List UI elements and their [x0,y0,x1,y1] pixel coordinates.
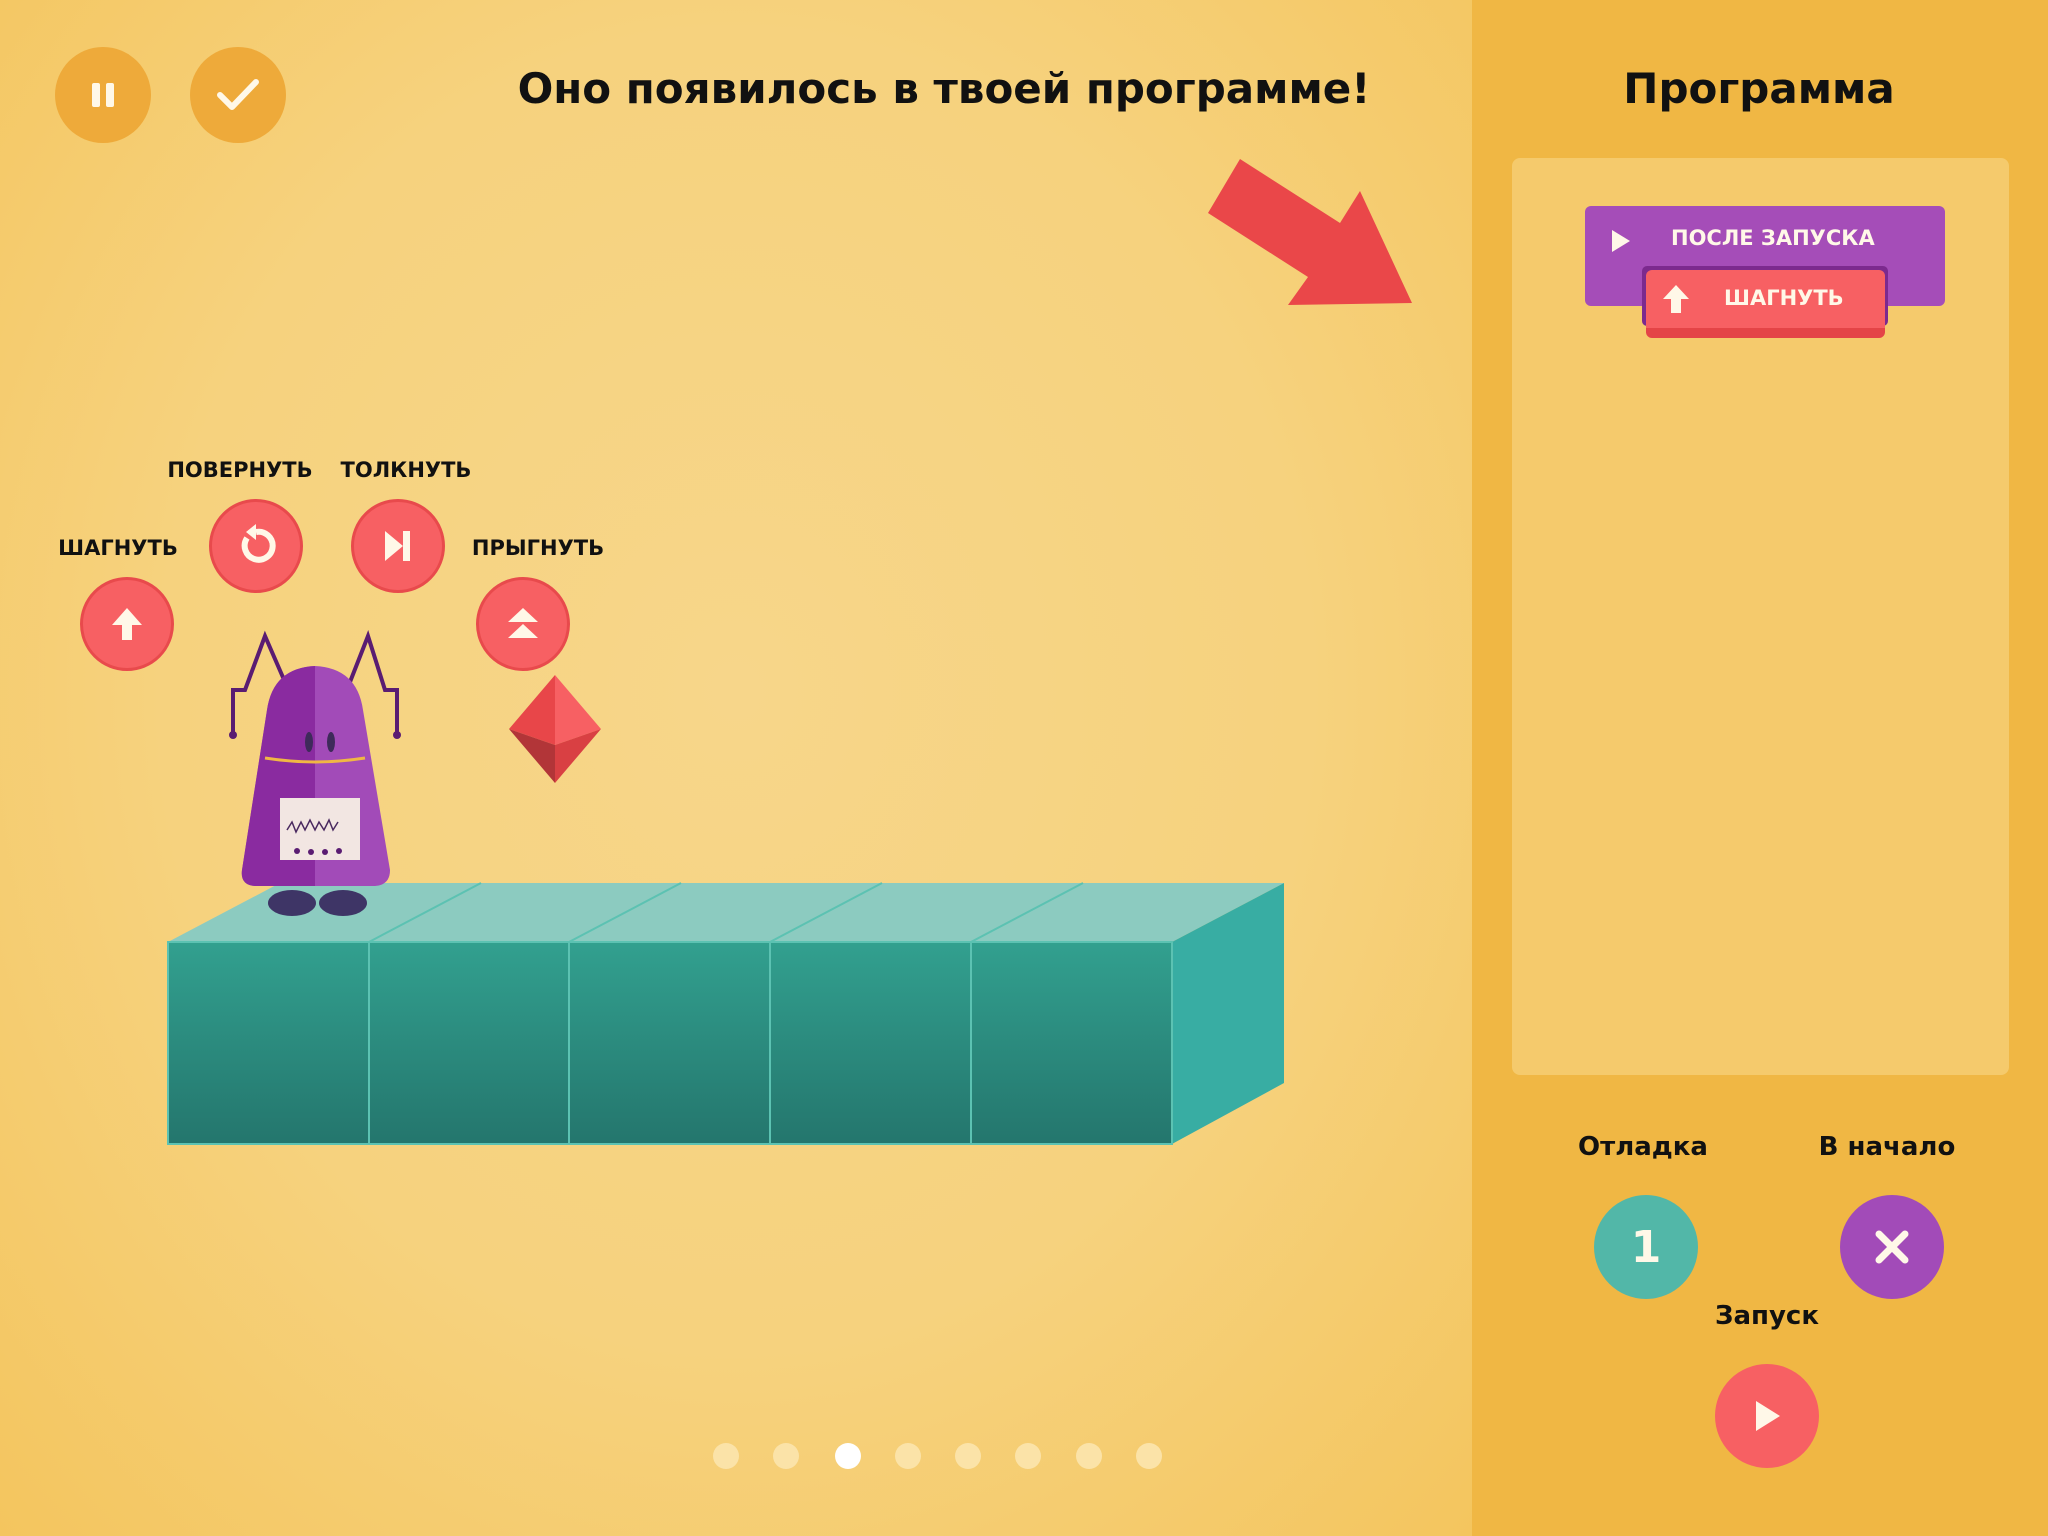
robot-character [229,630,401,916]
page-dot[interactable] [773,1443,799,1469]
pause-icon [92,83,114,107]
gem-icon [509,675,601,783]
page-dot[interactable] [1076,1443,1102,1469]
action-label-jump: ПРЫГНУТЬ [471,536,605,560]
push-button[interactable] [351,499,445,593]
action-label-turn: ПОВЕРНУТЬ [167,458,313,482]
reset-button[interactable] [1840,1195,1944,1299]
debug-step-value: 1 [1630,1221,1662,1273]
play-icon [1612,230,1630,252]
program-block-step[interactable]: ШАГНУТЬ [1646,270,1885,338]
arrow-up-icon [112,608,142,640]
start-block-label: ПОСЛЕ ЗАПУСКА [1671,226,1875,250]
page-dot-active[interactable] [835,1443,861,1469]
turn-button[interactable] [209,499,303,593]
skip-forward-icon [385,531,410,561]
page-dot[interactable] [1015,1443,1041,1469]
page-dot[interactable] [955,1443,981,1469]
program-block-label: ШАГНУТЬ [1724,286,1844,310]
close-icon [1875,1230,1909,1264]
debug-label: Отладка [1578,1132,1708,1162]
page-dot[interactable] [895,1443,921,1469]
step-button[interactable] [80,577,174,671]
arrow-up-icon [1663,285,1689,313]
rotate-icon [241,524,276,563]
program-title: Программа [1623,64,1895,113]
double-chevron-up-icon [508,608,538,638]
page-dot[interactable] [1136,1443,1162,1469]
check-button[interactable] [190,47,286,143]
play-icon [1756,1401,1780,1431]
debug-button[interactable]: 1 [1594,1195,1698,1299]
pointer-arrow-icon [1208,159,1412,305]
run-label: Запуск [1715,1301,1819,1331]
check-icon [217,79,259,110]
page-dot[interactable] [713,1443,739,1469]
jump-button[interactable] [476,577,570,671]
action-label-push: ТОЛКНУТЬ [340,458,472,482]
pause-button[interactable] [55,47,151,143]
page-title: Оно появилось в твоей программе! [517,64,1371,113]
run-button[interactable] [1715,1364,1819,1468]
action-label-step: ШАГНУТЬ [58,536,178,560]
reset-label: В начало [1818,1132,1956,1162]
